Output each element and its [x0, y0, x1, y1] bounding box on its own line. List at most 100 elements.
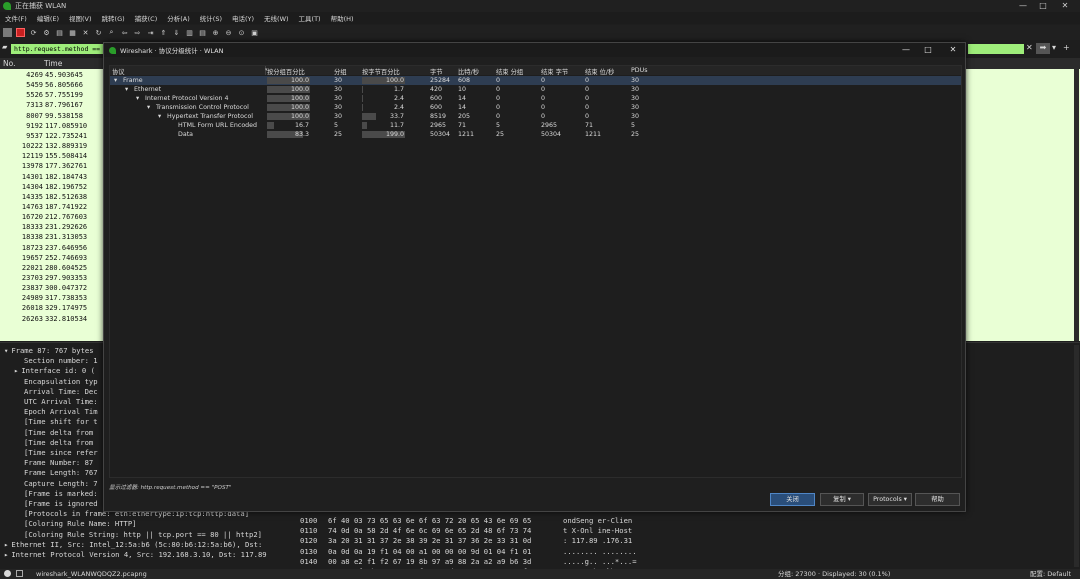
- protocol-hierarchy-table[interactable]: 协议 ▾ 按分组百分比 分组 按字节百分比 字节 比特/秒 结束 分组 结束 字…: [109, 65, 962, 478]
- detail-tree-item[interactable]: [Time delta from: [24, 428, 93, 438]
- menu-analyze[interactable]: 分析(A): [162, 13, 195, 23]
- column-no[interactable]: No.: [3, 59, 15, 68]
- menu-statistics[interactable]: 统计(S): [195, 13, 227, 23]
- protocol-row[interactable]: Data 83.3 199.0 25 50304 1211 25 50304 1211 25: [110, 130, 961, 139]
- menu-capture[interactable]: 捕获(C): [130, 13, 163, 23]
- detail-tree-item[interactable]: Encapsulation typ: [24, 377, 98, 387]
- menu-edit[interactable]: 编辑(E): [32, 13, 64, 23]
- zoom-out-icon[interactable]: ⊖: [224, 28, 233, 37]
- collapsed-arrow-icon[interactable]: ▸: [4, 550, 8, 559]
- packet-row[interactable]: 4269 45.903645: [0, 71, 104, 81]
- clear-filter-icon[interactable]: ✕: [1026, 43, 1033, 54]
- packet-row[interactable]: 18338 231.313053: [0, 233, 104, 243]
- packet-row[interactable]: 22021 280.604525: [0, 264, 104, 274]
- packet-row[interactable]: 14304 182.196752: [0, 183, 104, 193]
- detail-tree-item[interactable]: [Time since refer: [24, 448, 98, 458]
- column-time[interactable]: Time: [44, 59, 62, 68]
- protocol-row[interactable]: HTML Form URL Encoded 16.7 11.7 5 2965 71 5 296…: [110, 121, 961, 130]
- detail-tree-item[interactable]: Arrival Time: Dec: [24, 387, 98, 397]
- expanded-arrow-icon[interactable]: ▾: [136, 94, 139, 103]
- packet-row[interactable]: 5459 56.805666: [0, 81, 104, 91]
- col-bytes[interactable]: 字节: [430, 67, 443, 76]
- capture-comment-icon[interactable]: [16, 570, 23, 577]
- copy-button[interactable]: 复制 ▾: [820, 493, 864, 506]
- col-percent-packets[interactable]: 按分组百分比: [267, 67, 305, 76]
- packet-row[interactable]: 10222 132.889319: [0, 142, 104, 152]
- menu-telephony[interactable]: 电话(Y): [227, 13, 259, 23]
- packet-row[interactable]: 5526 57.755199: [0, 91, 104, 101]
- packet-row[interactable]: 26018 329.174975: [0, 304, 104, 314]
- detail-tree-item[interactable]: [Time delta from: [24, 438, 93, 448]
- capture-options-icon[interactable]: ⚙: [42, 28, 51, 37]
- detail-tree-item[interactable]: [Frame is marked:: [24, 489, 98, 499]
- packet-list-scrollbar[interactable]: [1074, 69, 1079, 341]
- menu-tools[interactable]: 工具(T): [294, 13, 326, 23]
- last-packet-icon[interactable]: ⇓: [172, 28, 181, 37]
- menu-help[interactable]: 帮助(H): [326, 13, 359, 23]
- close-window-button[interactable]: ✕: [1051, 0, 1079, 12]
- detail-tree-item[interactable]: Frame Number: 87: [24, 458, 93, 468]
- detail-tree-item[interactable]: Capture Length: 7: [24, 479, 98, 489]
- detail-tree-item[interactable]: UTC Arrival Time:: [24, 397, 98, 407]
- zoom-in-icon[interactable]: ⊕: [211, 28, 220, 37]
- detail-tree-item[interactable]: [Coloring Rule String: http || tcp.port …: [24, 530, 262, 540]
- detail-tree-item[interactable]: Epoch Arrival Tim: [24, 407, 98, 417]
- reload-icon[interactable]: ↻: [94, 28, 103, 37]
- menu-view[interactable]: 视图(V): [64, 13, 97, 23]
- expanded-arrow-icon[interactable]: ▾: [4, 346, 8, 355]
- protocol-row[interactable]: ▾ Ethernet 100.0 1.7 30 420 10 0 0 0 30: [110, 85, 961, 94]
- detail-tree-item[interactable]: Frame Length: 767: [24, 468, 98, 478]
- protocol-row[interactable]: ▾ Transmission Control Protocol 100.0 2.4 30…: [110, 103, 961, 112]
- protocol-row[interactable]: ▾ Hypertext Transfer Protocol 100.0 33.7 30 8…: [110, 112, 961, 121]
- find-packet-icon[interactable]: ⌕: [107, 28, 116, 37]
- apply-filter-icon[interactable]: ➡: [1036, 43, 1050, 54]
- packet-row[interactable]: 23703 297.903353: [0, 274, 104, 284]
- protocols-button[interactable]: Protocols ▾: [868, 493, 912, 506]
- packet-row[interactable]: 13978 177.362761: [0, 162, 104, 172]
- bytes-scrollbar[interactable]: [1074, 345, 1079, 567]
- col-end-bits-per-sec[interactable]: 结束 位/秒: [585, 67, 614, 76]
- expanded-arrow-icon[interactable]: ▾: [114, 76, 117, 85]
- restart-capture-icon[interactable]: ⟳: [29, 28, 38, 37]
- close-button[interactable]: 关闭: [770, 493, 815, 506]
- dialog-close-button[interactable]: ✕: [941, 43, 965, 57]
- menu-go[interactable]: 跳转(G): [97, 13, 130, 23]
- expert-info-icon[interactable]: [4, 570, 11, 577]
- first-packet-icon[interactable]: ⇑: [159, 28, 168, 37]
- resize-columns-icon[interactable]: ▣: [250, 28, 259, 37]
- help-button[interactable]: 帮助: [915, 493, 960, 506]
- col-end-packets[interactable]: 结束 分组: [496, 67, 523, 76]
- go-forward-icon[interactable]: ⇨: [133, 28, 142, 37]
- interface-icon[interactable]: [3, 28, 12, 37]
- packet-row[interactable]: 16720 212.767603: [0, 213, 104, 223]
- dialog-maximize-button[interactable]: □: [916, 43, 940, 57]
- packet-row[interactable]: 19657 252.746693: [0, 254, 104, 264]
- open-file-icon[interactable]: ▤: [55, 28, 64, 37]
- close-file-icon[interactable]: ✕: [81, 28, 90, 37]
- packet-row[interactable]: 12119 155.508414: [0, 152, 104, 162]
- go-to-packet-icon[interactable]: ⇥: [146, 28, 155, 37]
- packet-row[interactable]: 14301 182.184743: [0, 173, 104, 183]
- packet-row[interactable]: 7313 87.796167: [0, 101, 104, 111]
- col-protocol[interactable]: 协议: [112, 67, 125, 76]
- expanded-arrow-icon[interactable]: ▾: [158, 112, 161, 121]
- detail-tree-item[interactable]: ▸ Ethernet II, Src: Intel_12:5a:b6 (5c:80…: [4, 540, 262, 550]
- collapsed-arrow-icon[interactable]: ▸: [14, 366, 18, 375]
- detail-tree-item[interactable]: [Coloring Rule Name: HTTP]: [24, 519, 137, 529]
- detail-tree-item[interactable]: Section number: 1: [24, 356, 98, 366]
- go-back-icon[interactable]: ⇦: [120, 28, 129, 37]
- colorize-icon[interactable]: ▤: [198, 28, 207, 37]
- stop-capture-icon[interactable]: [16, 28, 25, 37]
- display-filter-input-end[interactable]: [968, 44, 1024, 54]
- packet-row[interactable]: 18333 231.292626: [0, 223, 104, 233]
- packet-row[interactable]: 8007 99.538158: [0, 112, 104, 122]
- detail-tree-item[interactable]: ▸ Interface id: 0 (: [14, 366, 95, 376]
- packet-row[interactable]: 18723 237.646956: [0, 244, 104, 254]
- expanded-arrow-icon[interactable]: ▾: [125, 85, 128, 94]
- add-filter-button-icon[interactable]: +: [1063, 43, 1070, 54]
- detail-tree-item[interactable]: ▾ Frame 87: 767 bytes: [4, 346, 94, 356]
- recent-filters-icon[interactable]: ▾: [1052, 43, 1056, 54]
- packet-row[interactable]: 9192 117.085910: [0, 122, 104, 132]
- expanded-arrow-icon[interactable]: ▾: [147, 103, 150, 112]
- packet-row[interactable]: 9537 122.735241: [0, 132, 104, 142]
